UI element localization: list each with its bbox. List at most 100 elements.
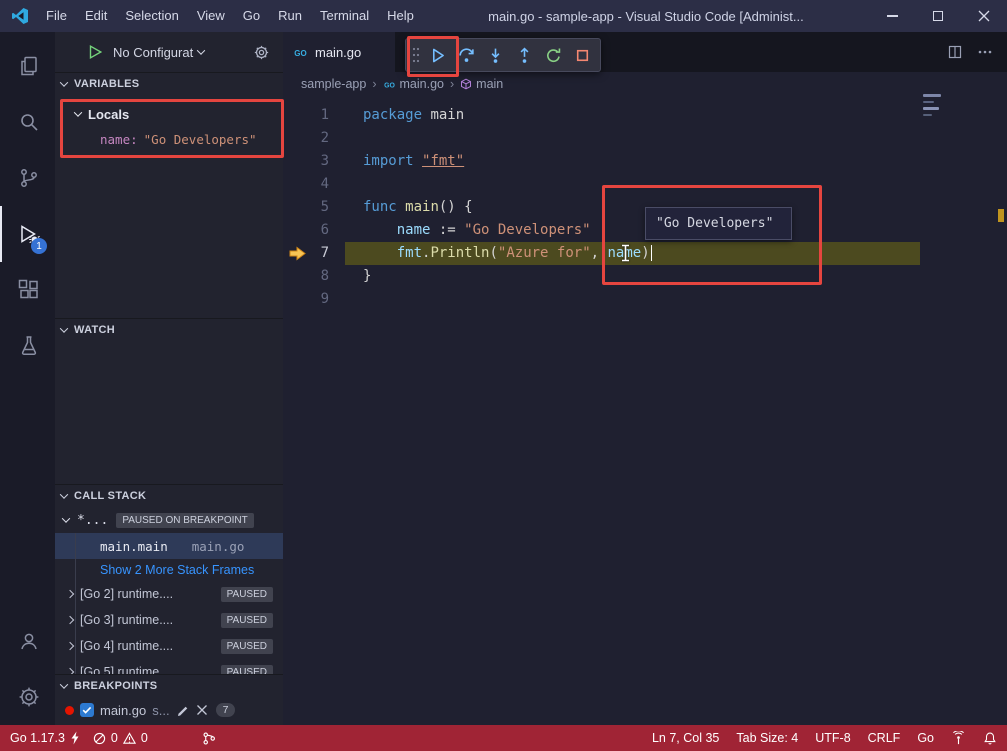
callstack-thread-row[interactable]: *... PAUSED ON BREAKPOINT — [55, 507, 283, 533]
line-number-gutter[interactable]: 9 — [283, 288, 339, 311]
start-debug-icon[interactable] — [89, 45, 102, 59]
activitybar-search[interactable] — [0, 94, 55, 150]
code-line-2[interactable]: 2 — [283, 127, 1007, 150]
menu-edit[interactable]: Edit — [76, 0, 116, 32]
step-into-button[interactable] — [482, 42, 509, 69]
variables-section-header[interactable]: VARIABLES — [55, 73, 283, 95]
files-icon — [17, 54, 41, 78]
variable-value: "Go Developers" — [144, 132, 257, 147]
line-number: 7 — [321, 245, 329, 261]
step-out-button[interactable] — [511, 42, 538, 69]
show-more-frames-link[interactable]: Show 2 More Stack Frames — [55, 559, 283, 581]
line-number-gutter[interactable]: 6 — [283, 219, 339, 242]
debug-process-indicator[interactable] — [202, 731, 216, 746]
goroutine-row[interactable]: [Go 4] runtime.... PAUSED — [55, 633, 283, 659]
close-button[interactable] — [961, 0, 1007, 32]
restart-button[interactable] — [540, 42, 567, 69]
continue-button[interactable] — [424, 42, 451, 69]
menu-view[interactable]: View — [188, 0, 234, 32]
debug-settings-button[interactable] — [253, 44, 270, 61]
locals-scope-row[interactable]: Locals — [55, 101, 283, 127]
variables-title: VARIABLES — [74, 78, 139, 90]
goroutine-row[interactable]: [Go 2] runtime.... PAUSED — [55, 581, 283, 607]
call-stack-section-header[interactable]: CALL STACK — [55, 485, 283, 507]
breadcrumb-symbol[interactable]: main — [460, 77, 503, 91]
activitybar-source-control[interactable] — [0, 150, 55, 206]
split-editor-icon[interactable] — [947, 44, 963, 60]
code-line-7[interactable]: 7 fmt.Println("Azure for", name) — [283, 242, 1007, 265]
breakpoint-row[interactable]: main.go s... 7 — [55, 697, 283, 723]
encoding-indicator[interactable]: UTF-8 — [815, 731, 850, 745]
activitybar-accounts[interactable] — [0, 613, 55, 669]
language-indicator[interactable]: Go — [917, 731, 934, 745]
current-line-arrow-icon — [289, 246, 306, 261]
code-line-9[interactable]: 9 — [283, 288, 1007, 311]
code-line-3[interactable]: 3import "fmt" — [283, 150, 1007, 173]
window-title: main.go - sample-app - Visual Studio Cod… — [423, 9, 869, 24]
line-col-indicator[interactable]: Ln 7, Col 35 — [652, 731, 719, 745]
edit-breakpoint-icon[interactable] — [176, 703, 190, 717]
svg-text:GO: GO — [294, 49, 306, 58]
stack-frame-row[interactable]: main.main main.go — [55, 533, 283, 559]
stop-button[interactable] — [569, 42, 596, 69]
activitybar-run-and-debug[interactable]: 1 — [0, 206, 55, 262]
menu-run[interactable]: Run — [269, 0, 311, 32]
eol-indicator[interactable]: CRLF — [868, 731, 901, 745]
line-number-gutter[interactable]: 4 — [283, 173, 339, 196]
goroutine-row[interactable]: [Go 5] runtime.... PAUSED — [55, 659, 283, 674]
notifications-bell[interactable] — [983, 731, 997, 746]
variable-row[interactable]: name: "Go Developers" — [55, 127, 283, 151]
breadcrumb-folder[interactable]: sample-app — [301, 77, 366, 91]
activitybar-settings[interactable] — [0, 669, 55, 725]
remote-indicator[interactable] — [951, 731, 966, 746]
line-number: 5 — [321, 199, 329, 215]
source-control-icon — [17, 166, 41, 190]
code-line-1[interactable]: 1package main — [283, 104, 1007, 127]
activitybar-extensions[interactable] — [0, 262, 55, 318]
breakpoints-section-header[interactable]: BREAKPOINTS — [55, 675, 283, 697]
watch-section: WATCH — [55, 318, 283, 484]
code-line-4[interactable]: 4 — [283, 173, 1007, 196]
tab-size-indicator[interactable]: Tab Size: 4 — [736, 731, 798, 745]
minimap[interactable] — [923, 94, 945, 120]
paused-badge: PAUSED — [221, 665, 273, 675]
menu-terminal[interactable]: Terminal — [311, 0, 378, 32]
line-number-gutter[interactable]: 8 — [283, 265, 339, 288]
watch-section-header[interactable]: WATCH — [55, 319, 283, 341]
more-actions-icon[interactable] — [977, 44, 993, 60]
minimize-button[interactable] — [869, 0, 915, 32]
tab-main-go[interactable]: GO main.go — [283, 32, 395, 72]
line-number-gutter[interactable]: 3 — [283, 150, 339, 173]
bell-icon — [983, 731, 997, 746]
line-number-gutter[interactable]: 7 — [283, 242, 339, 265]
maximize-button[interactable] — [915, 0, 961, 32]
code-line-8[interactable]: 8} — [283, 265, 1007, 288]
extensions-icon — [17, 278, 41, 302]
warnings-icon — [123, 732, 136, 745]
problems-indicator[interactable]: 0 0 — [93, 731, 148, 745]
line-number-gutter[interactable]: 1 — [283, 104, 339, 127]
chevron-down-icon — [60, 78, 68, 86]
line-number: 6 — [321, 222, 329, 238]
menu-go[interactable]: Go — [234, 0, 269, 32]
activitybar-explorer[interactable] — [0, 38, 55, 94]
debug-config-select[interactable]: No Configurat — [109, 42, 208, 63]
stop-icon — [574, 47, 591, 64]
menu-selection[interactable]: Selection — [116, 0, 187, 32]
line-number-gutter[interactable]: 2 — [283, 127, 339, 150]
breadcrumb-file[interactable]: GO main.go — [383, 77, 444, 91]
line-number-gutter[interactable]: 5 — [283, 196, 339, 219]
goroutine-row[interactable]: [Go 3] runtime.... PAUSED — [55, 607, 283, 633]
toolbar-drag-handle[interactable] — [410, 42, 422, 69]
code-area[interactable]: 1package main23import "fmt"45func main()… — [283, 96, 1007, 311]
frame-file: main.go — [192, 539, 245, 554]
errors-icon — [93, 732, 106, 745]
go-version-indicator[interactable]: Go 1.17.3 — [10, 731, 81, 745]
activitybar-testing[interactable] — [0, 318, 55, 374]
menu-file[interactable]: File — [37, 0, 76, 32]
breadcrumb-separator: › — [372, 77, 376, 91]
step-over-button[interactable] — [453, 42, 480, 69]
menu-help[interactable]: Help — [378, 0, 423, 32]
remove-breakpoint-icon[interactable] — [196, 704, 208, 716]
breakpoint-checkbox[interactable] — [80, 703, 94, 717]
